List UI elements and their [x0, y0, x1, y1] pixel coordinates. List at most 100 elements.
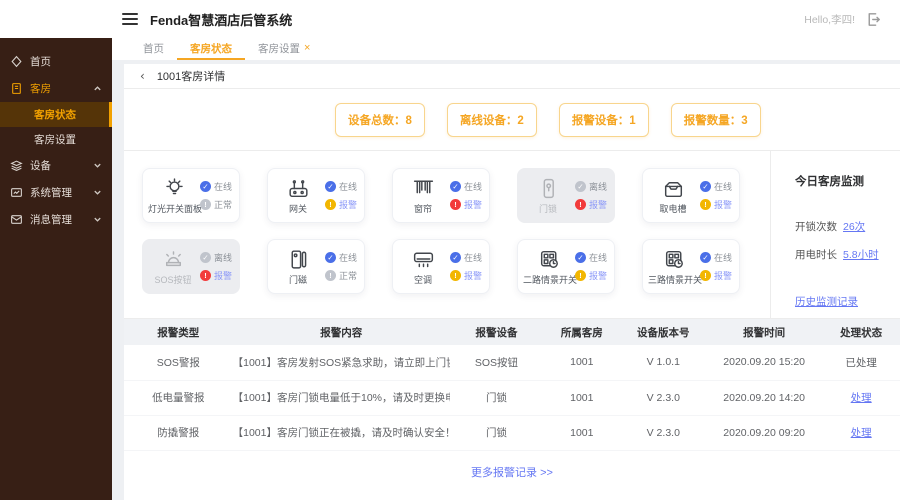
- alarm-table: 报警类型 报警内容 报警设备 所属客房 设备版本号 报警时间 处理状态 SOS警报 【1001…: [124, 319, 900, 451]
- check-circle-icon: ✓: [574, 181, 586, 192]
- close-icon[interactable]: ×: [304, 42, 310, 54]
- table-header-cell: 报警时间: [705, 319, 823, 345]
- device-status-online: ✓ 在线: [699, 180, 732, 193]
- menu-icon[interactable]: [122, 13, 138, 25]
- device-status-online: ✓ 在线: [449, 251, 482, 264]
- breadcrumb: ‹ 1001客房详情: [124, 64, 900, 89]
- handle-alarm-link[interactable]: 处理: [851, 427, 872, 439]
- sidebar-item-home[interactable]: 首页: [0, 48, 112, 75]
- exclamation-circle-icon: !: [574, 199, 586, 210]
- device-status-alarm-red: ! 报警: [449, 198, 482, 211]
- device-status-alarm-yellow: ! 报警: [699, 198, 732, 211]
- user-greeting: Hello,李四!: [804, 13, 855, 26]
- device-card[interactable]: 空调 ✓ 在线 ! 报警: [392, 239, 490, 294]
- top-bar: Fenda智慧酒店后管系统 Hello,李四!: [0, 0, 900, 38]
- chevron-down-icon: [94, 217, 101, 222]
- metric-value-link[interactable]: 26次: [843, 219, 865, 234]
- table-header-cell: 报警类型: [124, 319, 233, 345]
- sidebar-item-rooms[interactable]: 客房: [0, 75, 112, 102]
- exclamation-circle-icon: !: [449, 199, 461, 210]
- device-label: SOS按钮: [154, 275, 192, 285]
- logout-icon[interactable]: [865, 11, 882, 28]
- gateway-icon: [286, 176, 311, 201]
- device-card[interactable]: 窗帘 ✓ 在线 ! 报警: [392, 168, 490, 223]
- scene-switch-icon: [537, 247, 562, 272]
- tab-room-settings[interactable]: 客房设置 ×: [245, 38, 323, 60]
- power-slot-icon: [661, 176, 686, 201]
- monitor-title: 今日客房监测: [795, 176, 864, 188]
- exclamation-circle-icon: !: [449, 270, 461, 281]
- device-label: 三路情景开关: [647, 275, 702, 285]
- sidebar-item-devices[interactable]: 设备: [0, 152, 112, 179]
- monitor-metrics: 开锁次数 26次 用电时长 5.8小时: [795, 219, 892, 262]
- device-status-alarm-red: ! 报警: [574, 198, 607, 211]
- device-status-online: ✓ 在线: [449, 180, 482, 193]
- device-status-online: ✓ 在线: [574, 251, 607, 264]
- device-label: 二路情景开关: [522, 275, 577, 285]
- device-status-alarm-red: ! 报警: [199, 269, 232, 282]
- table-row: SOS警报【1001】客房发射SOS紧急求助，请立即上门协助！SOS按钮1001…: [124, 345, 900, 381]
- device-status-online: ✓ 在线: [699, 251, 732, 264]
- scene-switch-icon: [662, 247, 687, 272]
- check-circle-icon: ✓: [324, 181, 336, 192]
- device-card[interactable]: SOS按钮 ✓ 离线 ! 报警: [142, 239, 240, 294]
- sidebar: 首页 客房 客房状态 客房设置 设备 系统管理 消息管理: [0, 38, 112, 500]
- sidebar-item-messages[interactable]: 消息管理: [0, 206, 112, 233]
- sidebar-item-room-settings[interactable]: 客房设置: [0, 127, 112, 152]
- table-header-cell: 设备版本号: [620, 319, 706, 345]
- check-circle-icon: ✓: [699, 252, 711, 263]
- device-label: 网关: [288, 204, 307, 214]
- sidebar-item-system[interactable]: 系统管理: [0, 179, 112, 206]
- check-circle-icon: ✓: [199, 181, 211, 192]
- device-label: 灯光开关面板: [147, 204, 202, 214]
- handle-alarm-link[interactable]: 处理: [851, 392, 872, 404]
- device-status-alarm-yellow: ! 报警: [699, 269, 732, 282]
- check-circle-icon: ✓: [699, 181, 711, 192]
- table-header-cell: 报警设备: [449, 319, 544, 345]
- check-circle-icon: ✓: [324, 252, 336, 263]
- device-status-online: ✓ 在线: [324, 180, 357, 193]
- device-label: 取电槽: [659, 204, 687, 214]
- device-card[interactable]: 网关 ✓ 在线 ! 报警: [267, 168, 365, 223]
- table-header-cell: 处理状态: [822, 319, 900, 345]
- device-status-alarm-yellow: ! 报警: [324, 198, 357, 211]
- tab-room-status[interactable]: 客房状态: [177, 38, 245, 60]
- sidebar-item-room-status[interactable]: 客房状态: [0, 102, 112, 127]
- check-circle-icon: ✓: [449, 252, 461, 263]
- sos-button-icon: [161, 247, 186, 272]
- device-card[interactable]: 门锁 ✓ 离线 ! 报警: [517, 168, 615, 223]
- air-conditioner-icon: [411, 247, 436, 272]
- device-card[interactable]: 二路情景开关 ✓ 在线 ! 报警: [517, 239, 615, 294]
- device-card-grid: 灯光开关面板 ✓ 在线 ! 正常 网关 ✓ 在线 ! 报警 窗帘 ✓ 在线 ! 报警 门锁 ✓ 离线…: [142, 168, 770, 294]
- back-icon[interactable]: ‹: [140, 69, 145, 83]
- exclamation-circle-icon: !: [324, 199, 336, 210]
- table-row: 防撬警报 【1001】客房门锁正在被撬，请及时确认安全！ 门锁 1001 V 2.3.0…: [124, 415, 900, 451]
- exclamation-circle-icon: !: [324, 270, 336, 281]
- table-header-cell: 所属客房: [543, 319, 621, 345]
- device-status-offline: ✓ 离线: [199, 251, 232, 264]
- history-records-link[interactable]: 历史监测记录: [795, 296, 858, 308]
- chevron-up-icon: [94, 86, 101, 91]
- home-icon: [11, 55, 22, 68]
- summary-badge: 报警设备：1: [558, 102, 649, 137]
- device-status-normal: ! 正常: [324, 269, 357, 282]
- device-status-offline: ✓ 离线: [574, 180, 607, 193]
- more-alarm-records-link[interactable]: 更多报警记录 >>: [124, 451, 900, 480]
- device-label: 窗帘: [413, 204, 432, 214]
- device-card[interactable]: 取电槽 ✓ 在线 ! 报警: [642, 168, 740, 223]
- tab-home[interactable]: 首页: [130, 38, 177, 60]
- device-card[interactable]: 门磁 ✓ 在线 ! 正常: [267, 239, 365, 294]
- table-header-row: 报警类型 报警内容 报警设备 所属客房 设备版本号 报警时间 处理状态: [124, 319, 900, 345]
- message-icon: [11, 215, 22, 224]
- check-circle-icon: ✓: [574, 252, 586, 263]
- exclamation-circle-icon: !: [199, 199, 211, 210]
- door-lock-icon: [536, 176, 561, 201]
- monitor-metric: 开锁次数 26次: [795, 219, 866, 234]
- metric-value-link[interactable]: 5.8小时: [843, 247, 879, 262]
- chevron-down-icon: [94, 163, 101, 168]
- device-card[interactable]: 灯光开关面板 ✓ 在线 ! 正常: [142, 168, 240, 223]
- chevron-down-icon: [94, 190, 101, 195]
- light-panel-icon: [162, 176, 187, 201]
- summary-badges: 设备总数：8 离线设备：2 报警设备：1 报警数量：3: [124, 89, 900, 150]
- device-card[interactable]: 三路情景开关 ✓ 在线 ! 报警: [642, 239, 740, 294]
